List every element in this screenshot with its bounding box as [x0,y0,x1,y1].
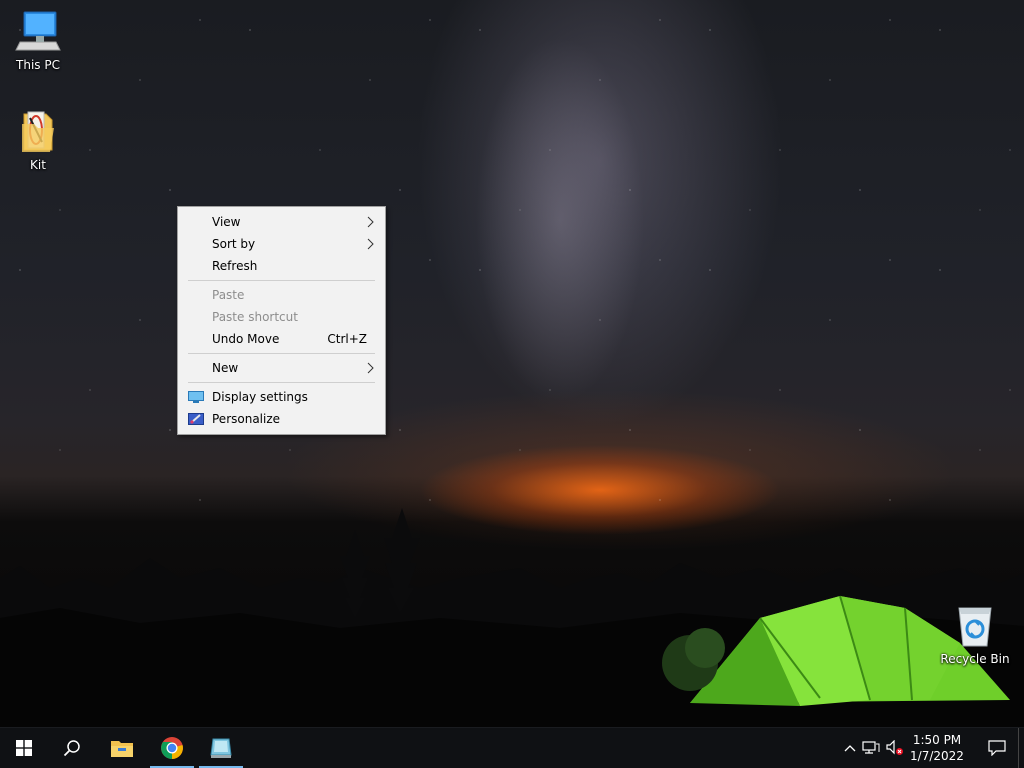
clock-date: 1/7/2022 [910,749,964,763]
chevron-right-icon [367,362,374,374]
recycle-bin-icon [958,607,992,647]
chrome-button[interactable] [148,728,196,768]
menu-separator [188,353,375,354]
starfield [0,0,1024,508]
personalize-icon [188,413,204,425]
chevron-up-icon [844,745,856,752]
show-desktop-button[interactable] [1018,728,1024,768]
action-center-button[interactable] [984,728,1010,768]
menu-item-undo-move[interactable]: Undo Move Ctrl+Z [178,328,385,350]
desktop-icon-label: This PC [16,58,60,72]
volume-button[interactable] [884,728,906,768]
mountain-silhouette [0,508,1024,738]
volume-muted-icon [886,740,903,755]
search-icon [63,740,80,757]
clock-time: 1:50 PM [912,733,962,747]
menu-item-sort-by[interactable]: Sort by [178,233,385,255]
system-clock[interactable]: 1:50 PM 1/7/2022 [906,732,968,764]
display-icon [188,391,204,403]
file-explorer-button[interactable] [98,728,146,768]
tray-overflow-button[interactable] [840,728,860,768]
app-button[interactable] [197,728,245,768]
taskbar: 1:50 PM 1/7/2022 [0,727,1024,768]
menu-item-label: View [212,215,241,229]
search-button[interactable] [48,728,96,768]
menu-item-label: Sort by [212,237,256,251]
chevron-right-icon [367,216,374,228]
menu-item-paste: Paste [178,284,385,306]
file-explorer-icon [111,741,133,757]
folder-icon [22,111,54,152]
chrome-icon [161,737,183,759]
menu-item-label: Paste shortcut [212,310,298,324]
menu-separator [188,280,375,281]
menu-item-display-settings[interactable]: Display settings [178,386,385,408]
menu-item-shortcut: Ctrl+Z [327,332,367,346]
menu-item-personalize[interactable]: Personalize [178,408,385,430]
menu-separator [188,382,375,383]
action-center-icon [988,740,1006,756]
menu-item-label: Personalize [212,412,281,426]
desktop-wallpaper [0,0,1024,768]
start-button[interactable] [0,728,48,768]
network-button[interactable] [860,728,882,768]
menu-item-label: Paste [212,288,245,302]
network-icon [862,741,880,754]
menu-item-view[interactable]: View [178,211,385,233]
menu-item-refresh[interactable]: Refresh [178,255,385,277]
menu-item-label: New [212,361,239,375]
desktop-icon-kit[interactable]: Kit [0,108,76,172]
app-icon [210,738,232,758]
menu-item-label: Display settings [212,390,308,404]
desktop-icon-label: Recycle Bin [940,652,1010,666]
desktop-icon-recycle-bin[interactable]: Recycle Bin [937,602,1013,666]
menu-item-paste-shortcut: Paste shortcut [178,306,385,328]
this-pc-icon [15,11,61,51]
menu-item-label: Undo Move [212,332,280,346]
menu-item-new[interactable]: New [178,357,385,379]
chevron-right-icon [367,238,374,250]
windows-logo-icon [16,740,32,756]
desktop-icon-label: Kit [30,158,46,172]
desktop-icon-this-pc[interactable]: This PC [0,8,76,72]
menu-item-label: Refresh [212,259,258,273]
desktop-context-menu: View Sort by Refresh Paste Paste shortcu… [177,206,386,435]
